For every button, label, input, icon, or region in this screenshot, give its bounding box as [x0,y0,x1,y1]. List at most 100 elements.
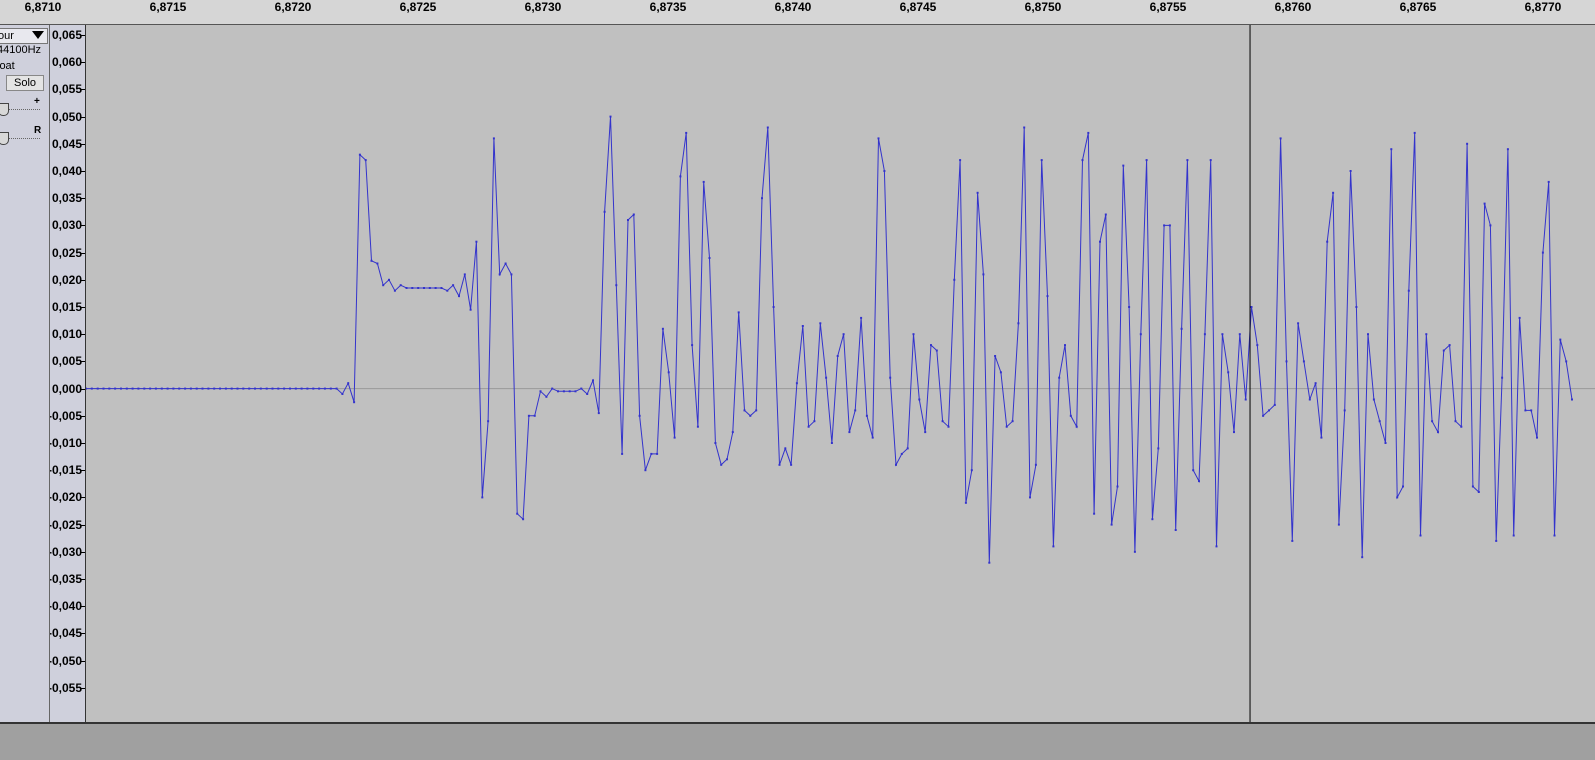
waveform-sample-point [1262,414,1265,417]
waveform-sample-point [1186,159,1189,162]
amplitude-tick-mark [81,361,85,363]
waveform-sample-point [918,398,921,401]
waveform-sample-point [603,210,606,213]
ruler-tick-label: 6,8715 [149,0,187,14]
waveform-sample-point [289,387,291,390]
amplitude-scale[interactable]: 0,065 0,060 0,055 0,050 0,045 0,040 0,035 0,030… [50,25,86,722]
track-sample-rate: 44100Hz [0,44,42,56]
waveform-sample-point [1372,398,1375,401]
waveform-sample-point [1064,344,1066,347]
waveform-sample-point [830,442,833,444]
waveform-sample-point [1279,137,1282,140]
waveform-sample-point [1192,469,1195,472]
track-control-panel: our 44100Hz loat Solo + R [0,25,50,722]
waveform-sample-point [1483,202,1486,205]
waveform-sample-point [994,355,997,357]
amplitude-tick-mark [81,279,85,281]
waveform-sample-point [1198,480,1200,483]
waveform-sample-point [1233,431,1235,434]
waveform-sample-point [312,387,315,390]
waveform-sample-point [795,382,798,385]
waveform-sample-point [883,170,886,172]
ruler-tick-label: 6,8755 [1149,0,1187,14]
waveform-sample-point [1477,491,1480,493]
amplitude-tick-mark [81,334,85,336]
waveform-sample-point [259,387,262,390]
waveform-sample-point [574,390,577,393]
waveform-sample-point [382,284,385,287]
gain-slider[interactable]: + [0,96,40,116]
waveform-sample-point [685,131,688,134]
waveform-sample-point [1215,545,1218,548]
solo-button[interactable]: Solo [6,75,44,91]
waveform-sample-point [1099,240,1101,243]
waveform-sample-point [749,414,752,417]
amplitude-tick-mark [81,524,85,526]
waveform-sample-point [219,387,221,390]
waveform-sample-point [656,452,659,455]
waveform-sample-point [935,349,938,352]
ruler-tick-label: 6,8735 [649,0,687,14]
waveform-sample-point [1425,333,1428,336]
waveform-sample-point [1023,126,1026,129]
waveform-sample-point [615,284,618,287]
waveform-sample-point [417,287,420,289]
waveform-sample-point [1314,382,1317,385]
waveform-sample-point [1081,159,1084,162]
waveform-sample-point [1180,327,1183,330]
waveform-sample-point [743,409,746,412]
waveform-sample-point [1122,164,1125,167]
waveform-sample-point [510,273,513,276]
waveform-sample-point [458,295,460,298]
waveform-sample-point [1139,333,1142,336]
waveform-sample-point [679,175,682,178]
amplitude-tick-label: 0,030 [51,218,82,233]
waveform-sample-point [1512,534,1515,537]
waveform-sample-point [277,387,280,390]
waveform-sample-point [959,159,962,162]
waveform-sample-point [1069,414,1072,417]
ruler-tick-label: 6,8725 [399,0,437,14]
waveform-sample-point [1075,425,1078,428]
waveform-sample-point [1227,371,1230,374]
amplitude-tick-mark [81,633,85,635]
waveform-sample-point [1174,529,1177,531]
waveform-sample-point [1495,539,1498,542]
waveform-display[interactable] [86,25,1595,722]
slider-thumb-icon[interactable] [0,103,9,116]
waveform-sample-point [294,387,297,390]
track-sample-format: loat [0,60,15,72]
waveform-sample-point [452,284,455,287]
waveform-sample-point [761,197,763,200]
amplitude-tick-label: 0,000 [51,381,82,396]
waveform-sample-point [1454,420,1457,423]
waveform-sample-point [283,387,286,390]
waveform-sample-point [1402,485,1404,488]
amplitude-tick-label: -0,050 [50,653,82,668]
waveform-sample-point [1326,240,1329,243]
pan-slider[interactable]: R [0,125,41,145]
waveform-sample-point [539,390,542,393]
amplitude-tick-mark [81,225,85,227]
amplitude-tick-label: 0,025 [51,245,82,260]
amplitude-tick-label: 0,015 [51,300,82,314]
timeline-ruler[interactable]: 6,8710 6,8715 6,8720 6,8725 6,8730 6,8735 6,87… [0,0,1595,25]
waveform-sample-point [988,561,991,564]
waveform-sample-point [562,390,565,393]
waveform-sample-point [953,278,956,281]
waveform-sample-point [667,371,670,374]
chevron-down-icon[interactable] [32,31,44,39]
amplitude-tick-label: -0,035 [50,572,82,586]
waveform-sample-point [1302,360,1305,363]
waveform-sample-point [1413,131,1416,134]
amplitude-tick-mark [81,388,85,390]
waveform-sample-point [1221,333,1224,336]
waveform-sample-point [388,278,390,281]
track-name-menu[interactable]: our [0,28,48,44]
waveform-sample-point [102,387,105,390]
amplitude-tick-label: -0,010 [50,436,82,450]
amplitude-tick-label: 0,055 [51,82,82,97]
slider-thumb-icon[interactable] [0,132,9,145]
waveform-sample-point [393,289,396,292]
waveform-sample-point [1058,376,1061,379]
